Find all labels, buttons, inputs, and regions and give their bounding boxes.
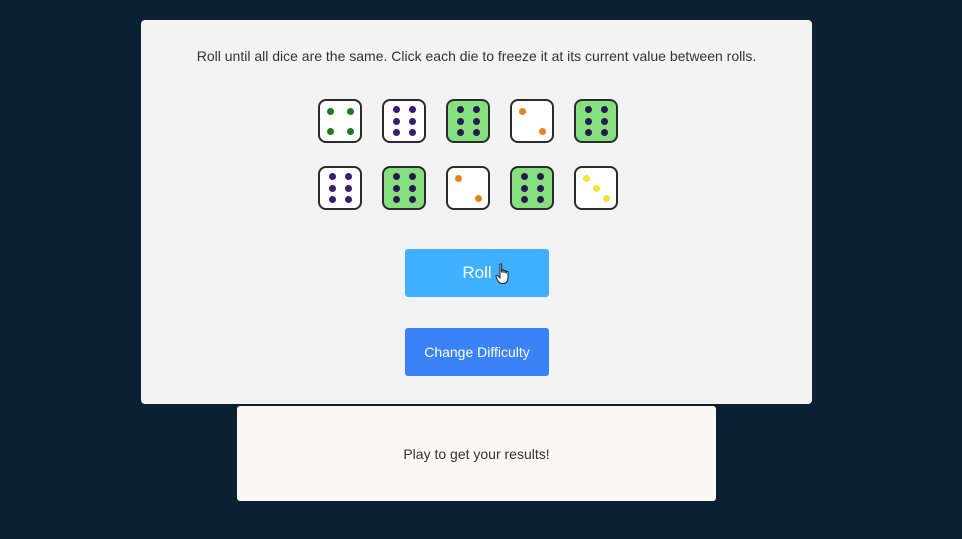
die-pip	[456, 117, 464, 125]
change-difficulty-button[interactable]: Change Difficulty	[405, 328, 549, 376]
die-pip	[328, 173, 336, 181]
die-pip	[346, 127, 354, 135]
die-pip	[584, 117, 592, 125]
die-pip	[328, 195, 336, 203]
dice-row-2	[318, 166, 618, 210]
roll-button[interactable]: Roll	[405, 249, 549, 297]
die-pip	[592, 184, 600, 192]
die-10[interactable]	[574, 166, 618, 210]
die-pip	[344, 195, 352, 203]
die-pip	[584, 128, 592, 136]
die-pip	[472, 128, 480, 136]
die-pip	[600, 128, 608, 136]
die-pip	[408, 184, 416, 192]
die-pip	[344, 184, 352, 192]
die-pip	[520, 173, 528, 181]
die-pip	[536, 195, 544, 203]
game-card: Roll until all dice are the same. Click …	[141, 20, 812, 404]
die-9[interactable]	[510, 166, 554, 210]
results-text: Play to get your results!	[403, 446, 550, 462]
die-pip	[392, 184, 400, 192]
die-1[interactable]	[318, 99, 362, 143]
instructions-text: Roll until all dice are the same. Click …	[196, 48, 757, 64]
die-7[interactable]	[382, 166, 426, 210]
die-pip	[326, 107, 334, 115]
die-pip	[472, 106, 480, 114]
die-pip	[474, 194, 482, 202]
die-pip	[536, 173, 544, 181]
die-pip	[584, 106, 592, 114]
die-pip	[326, 127, 334, 135]
die-pip	[328, 184, 336, 192]
die-pip	[392, 173, 400, 181]
die-pip	[582, 174, 590, 182]
die-pip	[472, 117, 480, 125]
die-pip	[392, 106, 400, 114]
die-pip	[456, 128, 464, 136]
die-pip	[408, 106, 416, 114]
dice-row-1	[318, 99, 618, 143]
hand-pointer-icon	[495, 263, 509, 284]
die-pip	[518, 107, 526, 115]
die-pip	[602, 194, 610, 202]
die-5[interactable]	[574, 99, 618, 143]
die-3[interactable]	[446, 99, 490, 143]
die-pip	[344, 173, 352, 181]
die-pip	[408, 173, 416, 181]
die-pip	[600, 106, 608, 114]
results-panel: Play to get your results!	[237, 406, 716, 501]
die-pip	[408, 128, 416, 136]
die-pip	[392, 117, 400, 125]
die-pip	[408, 195, 416, 203]
die-4[interactable]	[510, 99, 554, 143]
die-pip	[408, 117, 416, 125]
die-6[interactable]	[318, 166, 362, 210]
die-pip	[520, 195, 528, 203]
die-pip	[456, 106, 464, 114]
die-pip	[600, 117, 608, 125]
die-pip	[392, 195, 400, 203]
die-8[interactable]	[446, 166, 490, 210]
die-pip	[346, 107, 354, 115]
die-pip	[536, 184, 544, 192]
die-pip	[454, 174, 462, 182]
die-pip	[538, 127, 546, 135]
die-2[interactable]	[382, 99, 426, 143]
die-pip	[392, 128, 400, 136]
die-pip	[520, 184, 528, 192]
